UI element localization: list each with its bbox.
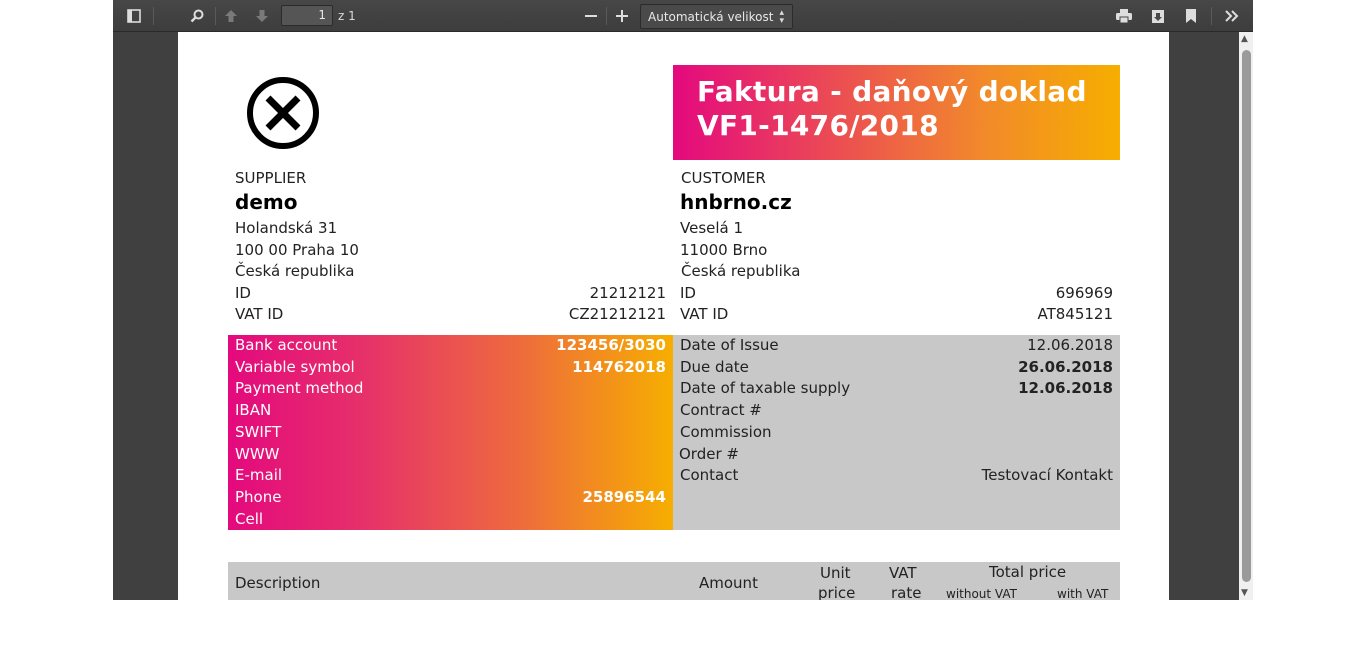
customer-city: 11000 Brno bbox=[680, 240, 768, 259]
supplier-city: 100 00 Praha 10 bbox=[235, 240, 359, 259]
invoice-number: VF1-1476/2018 bbox=[697, 109, 939, 142]
invoice-page: Faktura - daňový doklad VF1-1476/2018 SU… bbox=[178, 32, 1169, 600]
date-row: Date of Issue 12.06.2018 bbox=[680, 336, 1113, 354]
dates-info-panel: Date of Issue 12.06.2018 Due date 26.06.20… bbox=[673, 335, 1120, 530]
date-row: Contract # bbox=[680, 401, 762, 420]
document-area[interactable]: Faktura - daňový doklad VF1-1476/2018 SU… bbox=[113, 32, 1239, 600]
scroll-down-icon[interactable]: ▼ bbox=[1241, 588, 1248, 598]
scroll-up-icon[interactable]: ▲ bbox=[1241, 34, 1248, 44]
supplier-name: demo bbox=[235, 190, 298, 214]
customer-name: hnbrno.cz bbox=[680, 190, 792, 214]
tools-icon[interactable] bbox=[1219, 5, 1245, 27]
customer-vat-value: AT845121 bbox=[1037, 305, 1113, 323]
payment-row: Variable symbol 114762018 bbox=[235, 357, 666, 376]
print-icon[interactable] bbox=[1111, 5, 1137, 27]
date-row: Date of taxable supply 12.06.2018 bbox=[680, 379, 1113, 398]
next-page-icon[interactable] bbox=[250, 5, 274, 27]
items-table-header: Description Amount Unit price VAT rate T… bbox=[228, 562, 1120, 600]
date-row: Order # bbox=[679, 444, 739, 463]
payment-info-panel: Bank account 123456/3030 Variable symbol 1… bbox=[228, 335, 673, 530]
payment-row: E-mail bbox=[235, 466, 283, 485]
scrollbar-thumb[interactable] bbox=[1242, 50, 1251, 582]
col-without-vat: without VAT bbox=[946, 587, 1017, 600]
col-total-price: Total price bbox=[989, 563, 1067, 581]
col-vat-rate-line2: rate bbox=[891, 584, 922, 600]
previous-page-icon[interactable] bbox=[219, 5, 243, 27]
col-unit-price-line2: price bbox=[818, 584, 856, 600]
customer-id-value: 696969 bbox=[1055, 284, 1113, 302]
customer-id-label: ID bbox=[680, 284, 696, 302]
invoice-title-banner: Faktura - daňový doklad VF1-1476/2018 bbox=[673, 65, 1120, 160]
select-arrows-icon: ▴ ▾ bbox=[779, 8, 784, 26]
page-number-input[interactable]: 1 bbox=[281, 5, 333, 26]
toolbar: 1 z 1 Automatická velikost ▴ ▾ bbox=[113, 0, 1253, 32]
supplier-country: Česká republika bbox=[235, 262, 355, 280]
company-logo-icon bbox=[246, 76, 320, 154]
payment-row: Cell bbox=[235, 509, 264, 528]
customer-country: Česká republika bbox=[681, 262, 801, 280]
date-row: Contact Testovací Kontakt bbox=[680, 466, 1113, 485]
vertical-scrollbar[interactable]: ▲ ▼ bbox=[1239, 32, 1253, 600]
page-total-label: z 1 bbox=[338, 9, 356, 23]
zoom-select-value: Automatická velikost bbox=[648, 10, 774, 24]
supplier-id-value: 21212121 bbox=[589, 284, 666, 302]
invoice-title: Faktura - daňový doklad bbox=[697, 75, 1087, 108]
col-description: Description bbox=[235, 574, 321, 592]
supplier-vat-value: CZ21212121 bbox=[568, 305, 666, 323]
supplier-street: Holandská 31 bbox=[235, 219, 338, 237]
zoom-select[interactable]: Automatická velikost ▴ ▾ bbox=[640, 4, 793, 29]
date-row: Commission bbox=[680, 422, 772, 441]
col-vat-rate-line1: VAT bbox=[889, 564, 917, 582]
supplier-label: SUPPLIER bbox=[235, 169, 307, 187]
zoom-out-icon[interactable] bbox=[579, 5, 603, 27]
payment-row: Bank account 123456/3030 bbox=[235, 336, 666, 354]
col-amount: Amount bbox=[699, 574, 758, 592]
payment-row: Payment method bbox=[235, 379, 364, 398]
supplier-vat-label: VAT ID bbox=[235, 305, 284, 323]
customer-label: CUSTOMER bbox=[681, 169, 766, 187]
zoom-in-icon[interactable] bbox=[610, 5, 634, 27]
customer-vat-label: VAT ID bbox=[680, 305, 729, 323]
pdf-viewer: 1 z 1 Automatická velikost ▴ ▾ Faktura -… bbox=[113, 0, 1253, 600]
sidebar-toggle-icon[interactable] bbox=[121, 5, 147, 27]
payment-row: SWIFT bbox=[235, 422, 282, 441]
payment-row: Phone 25896544 bbox=[235, 487, 666, 506]
download-icon[interactable] bbox=[1145, 5, 1171, 27]
payment-row: WWW bbox=[235, 444, 280, 463]
col-with-vat: with VAT bbox=[1057, 587, 1109, 600]
supplier-id-label: ID bbox=[235, 284, 251, 302]
date-row: Due date 26.06.2018 bbox=[680, 357, 1113, 376]
bookmark-icon[interactable] bbox=[1179, 5, 1203, 27]
customer-street: Veselá 1 bbox=[680, 219, 744, 237]
payment-row: IBAN bbox=[235, 401, 272, 420]
search-icon[interactable] bbox=[185, 5, 209, 27]
col-unit-price-line1: Unit bbox=[820, 564, 851, 582]
